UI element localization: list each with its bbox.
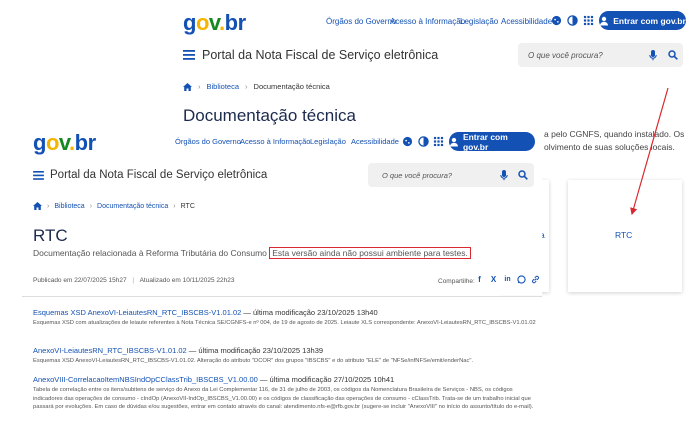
annotation-arrow (630, 87, 669, 216)
